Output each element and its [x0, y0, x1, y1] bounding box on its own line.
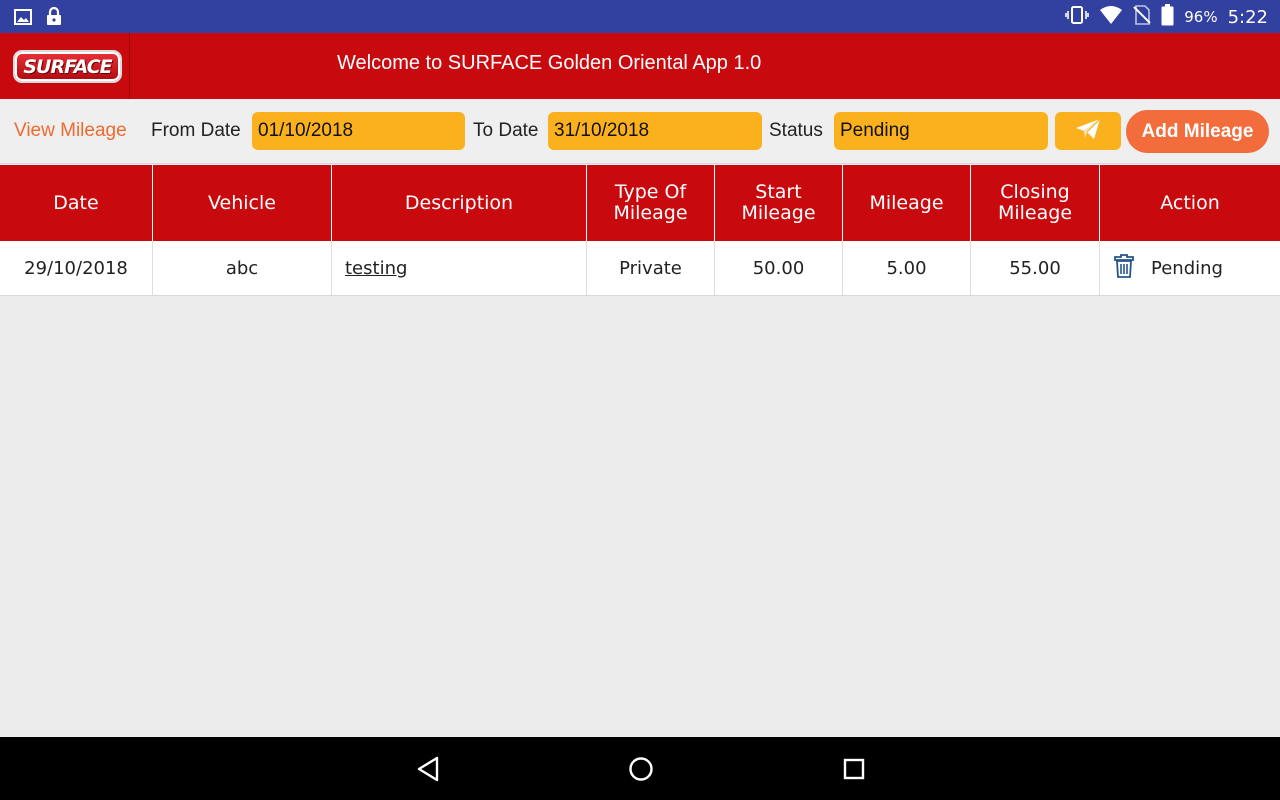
no-sim-icon [1133, 5, 1151, 29]
home-button[interactable] [627, 755, 655, 783]
back-button[interactable] [414, 755, 442, 783]
header-date: Date [0, 165, 153, 241]
recents-square-icon [843, 758, 865, 780]
cell-start-mileage: 50.00 [715, 241, 843, 295]
logo-text: SURFACE [23, 55, 112, 78]
app-header: SURFACE Welcome to SURFACE Golden Orient… [0, 33, 1280, 99]
header-mileage: Mileage [843, 165, 971, 241]
cell-mileage: 5.00 [843, 241, 971, 295]
status-bar: 96% 5:22 [0, 0, 1280, 33]
recents-button[interactable] [840, 755, 868, 783]
wifi-icon [1099, 5, 1123, 29]
header-start-mileage: Start Mileage [715, 165, 843, 241]
from-date-label: From Date [151, 120, 241, 141]
add-mileage-button[interactable]: Add Mileage [1126, 110, 1269, 153]
header-vehicle: Vehicle [153, 165, 332, 241]
page-title: View Mileage [14, 120, 127, 141]
image-icon [14, 8, 32, 29]
table-row: 29/10/2018 abc testing Private 50.00 5.0… [0, 241, 1280, 296]
trash-icon[interactable] [1114, 253, 1134, 283]
filter-bar: View Mileage From Date 01/10/2018 To Dat… [0, 99, 1280, 164]
header-start-mileage-label: Start Mileage [741, 181, 816, 224]
back-triangle-icon [417, 756, 439, 782]
clock: 5:22 [1227, 6, 1268, 28]
header-closing-mileage: Closing Mileage [971, 165, 1100, 241]
cell-date: 29/10/2018 [0, 241, 153, 295]
mileage-table: Date Vehicle Description Type Of Mileage… [0, 165, 1280, 296]
battery-percent: 96% [1184, 8, 1218, 26]
android-nav-bar [0, 737, 1280, 800]
cell-vehicle: abc [153, 241, 332, 295]
row-status: Pending [1151, 257, 1223, 279]
from-date-field[interactable]: 01/10/2018 [252, 112, 465, 150]
cell-closing-mileage: 55.00 [971, 241, 1100, 295]
to-date-field[interactable]: 31/10/2018 [548, 112, 762, 150]
home-circle-icon [629, 757, 653, 781]
header-description: Description [332, 165, 587, 241]
lock-icon [46, 6, 62, 30]
app-title: Welcome to SURFACE Golden Oriental App 1… [337, 52, 762, 74]
to-date-label: To Date [473, 120, 539, 141]
cell-description-link[interactable]: testing [332, 241, 587, 295]
table-header: Date Vehicle Description Type Of Mileage… [0, 165, 1280, 241]
vibrate-icon [1065, 5, 1090, 29]
paper-plane-icon [1075, 118, 1101, 144]
battery-icon [1161, 4, 1174, 30]
status-label: Status [769, 120, 823, 141]
surface-logo: SURFACE [13, 50, 122, 83]
header-type-of-mileage-label: Type Of Mileage [613, 181, 688, 224]
header-closing-mileage-label: Closing Mileage [997, 181, 1073, 224]
cell-action: Pending [1100, 241, 1280, 295]
search-send-button[interactable] [1055, 112, 1121, 150]
header-type-of-mileage: Type Of Mileage [587, 165, 715, 241]
header-action: Action [1160, 191, 1220, 214]
logo-container: SURFACE [0, 33, 130, 99]
status-select[interactable]: Pending [834, 112, 1048, 150]
cell-type: Private [587, 241, 715, 295]
